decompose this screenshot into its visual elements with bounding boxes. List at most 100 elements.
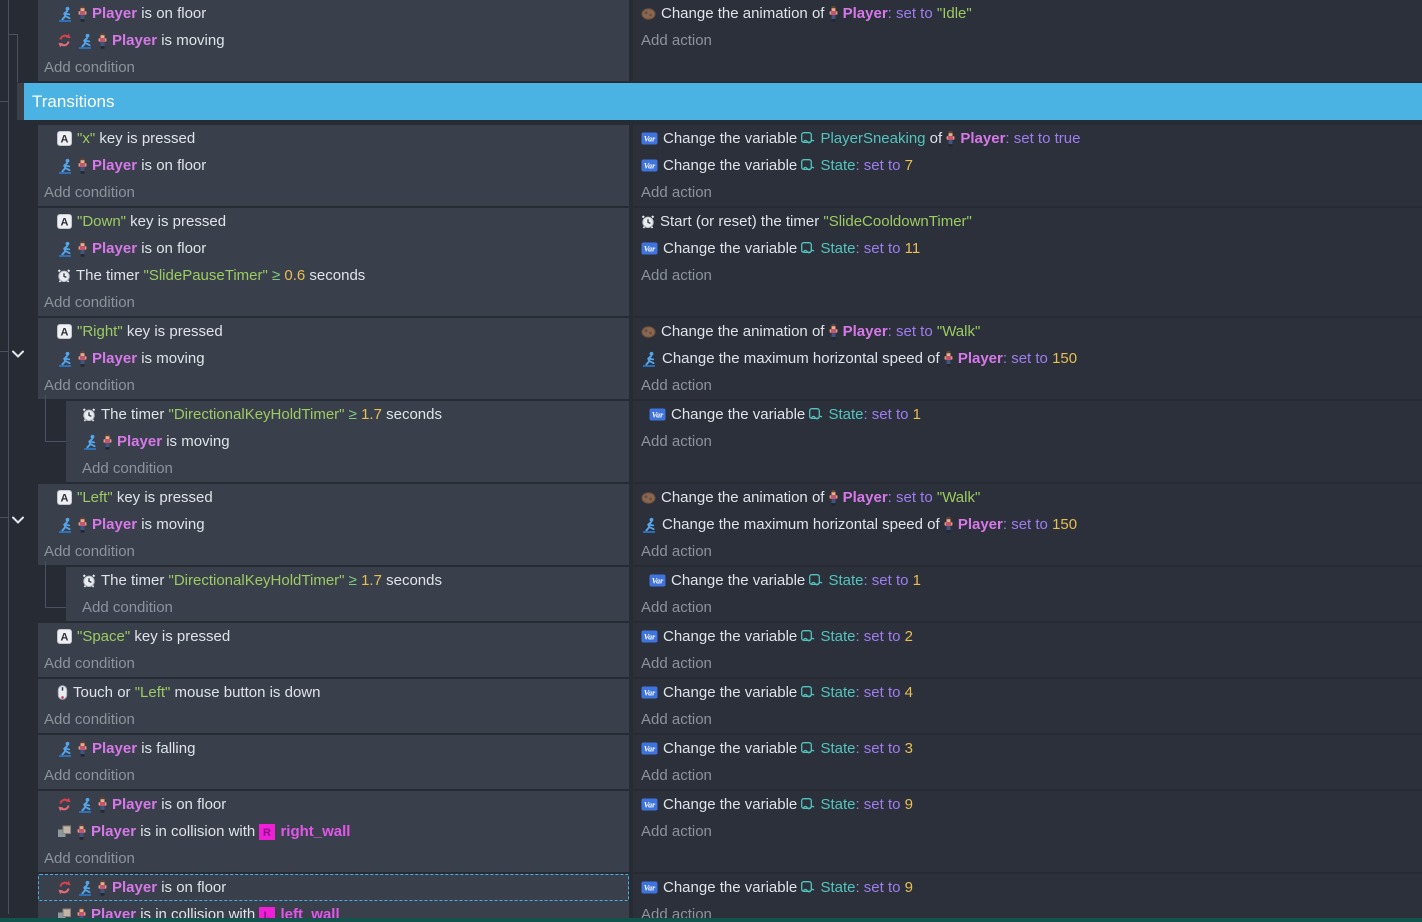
action-row[interactable]: VarChange the variable State: set to 11 bbox=[633, 235, 1422, 262]
condition-row[interactable]: Player is moving bbox=[38, 27, 629, 54]
condition-row[interactable]: Player is on floor bbox=[38, 874, 629, 901]
action-row[interactable]: VarChange the variable State: set to 1 bbox=[633, 567, 1422, 594]
condition-row[interactable]: Player is on floor bbox=[38, 152, 629, 179]
actions-column: VarChange the variable State: set to 4Ad… bbox=[633, 679, 1422, 733]
action-row[interactable]: Change the animation of Player: set to "… bbox=[633, 0, 1422, 27]
condition-row[interactable]: Player is moving bbox=[38, 345, 629, 372]
condition-row[interactable]: Player is falling bbox=[38, 735, 629, 762]
chevron-down-icon[interactable] bbox=[11, 346, 25, 363]
animation-icon bbox=[641, 326, 656, 338]
action-row[interactable]: VarChange the variable PlayerSneaking of… bbox=[633, 125, 1422, 152]
action-row[interactable]: VarChange the variable State: set to 2 bbox=[633, 623, 1422, 650]
add-condition-button[interactable]: Add condition bbox=[38, 54, 629, 81]
svg-text:A: A bbox=[61, 493, 69, 505]
condition-row[interactable]: Player is in collision with Rright_wall bbox=[38, 818, 629, 845]
add-condition-button[interactable]: Add condition bbox=[38, 762, 629, 789]
number-literal: 7 bbox=[905, 157, 913, 174]
text-segment: key is pressed bbox=[130, 213, 226, 230]
add-condition-button[interactable]: Add condition bbox=[66, 455, 629, 482]
condition-row[interactable]: Player is on floor bbox=[38, 791, 629, 818]
condition-row[interactable]: Player is on floor bbox=[38, 235, 629, 262]
add-action-button[interactable]: Add action bbox=[633, 262, 1422, 289]
object-name: Player bbox=[958, 516, 1003, 533]
event-block: A"Space" key is pressedAdd condition Var C… bbox=[38, 623, 1422, 677]
add-action-button[interactable]: Add action bbox=[633, 538, 1422, 565]
add-action-button[interactable]: Add action bbox=[633, 372, 1422, 399]
condition-row[interactable]: Touch or "Left" mouse button is down bbox=[38, 679, 629, 706]
group-header-transitions[interactable]: Transitions bbox=[17, 83, 1422, 120]
condition-row[interactable]: Player is moving bbox=[38, 511, 629, 538]
svg-text:Var: Var bbox=[644, 884, 656, 893]
action-row[interactable]: Change the animation of Player: set to "… bbox=[633, 318, 1422, 345]
add-condition-button[interactable]: Add condition bbox=[38, 289, 629, 316]
keyword-text: : set to bbox=[855, 157, 904, 174]
add-action-button[interactable]: Add action bbox=[633, 762, 1422, 789]
add-condition-button[interactable]: Add condition bbox=[38, 538, 629, 565]
add-condition-button[interactable]: Add condition bbox=[38, 706, 629, 733]
action-row[interactable]: VarChange the variable State: set to 9 bbox=[633, 874, 1422, 901]
add-condition-button[interactable]: Add condition bbox=[38, 179, 629, 206]
action-row[interactable]: Change the animation of Player: set to "… bbox=[633, 484, 1422, 511]
text-segment: Change the variable bbox=[663, 628, 801, 645]
action-row[interactable]: VarChange the variable State: set to 7 bbox=[633, 152, 1422, 179]
condition-row[interactable]: Player is on floor bbox=[38, 0, 629, 27]
string-literal: "DirectionalKeyHoldTimer" bbox=[169, 572, 345, 589]
action-row[interactable]: Change the maximum horizontal speed of P… bbox=[633, 345, 1422, 372]
variable-name: State bbox=[820, 879, 855, 896]
keyword-text: : set to bbox=[863, 572, 912, 589]
add-action-button[interactable]: Add action bbox=[633, 594, 1422, 621]
svg-text:Var: Var bbox=[652, 411, 664, 420]
condition-row[interactable]: A"Right" key is pressed bbox=[38, 318, 629, 345]
text-segment: seconds bbox=[305, 267, 365, 284]
action-row[interactable]: VarChange the variable State: set to 9 bbox=[633, 791, 1422, 818]
condition-row[interactable]: A"Down" key is pressed bbox=[38, 208, 629, 235]
condition-row[interactable]: The timer "SlidePauseTimer" ≥ 0.6 second… bbox=[38, 262, 629, 289]
object-name: Player bbox=[92, 157, 137, 174]
add-action-button[interactable]: Add action bbox=[633, 179, 1422, 206]
condition-row[interactable]: Player is moving bbox=[66, 428, 629, 455]
inverted-condition-icon bbox=[57, 797, 72, 812]
action-row[interactable]: VarChange the variable State: set to 3 bbox=[633, 735, 1422, 762]
keyword-text: : set to bbox=[888, 489, 937, 506]
condition-row[interactable]: A"Left" key is pressed bbox=[38, 484, 629, 511]
player-sprite-icon bbox=[944, 351, 953, 367]
condition-row[interactable]: The timer "DirectionalKeyHoldTimer" ≥ 1.… bbox=[66, 567, 629, 594]
string-literal: "Right" bbox=[77, 323, 127, 340]
actions-column: VarChange the variable State: set to 1Ad… bbox=[633, 567, 1422, 621]
player-sprite-icon bbox=[946, 131, 955, 147]
text-segment: is on floor bbox=[137, 157, 206, 174]
keyword-text: : set to bbox=[1003, 350, 1052, 367]
conditions-column: Player is on floorPlayer is in collision… bbox=[38, 874, 629, 922]
number-literal: 1 bbox=[913, 406, 921, 423]
conditions-column: A"Left" key is pressedPlayer is movingAd… bbox=[38, 484, 629, 565]
action-row[interactable]: VarChange the variable State: set to 1 bbox=[633, 401, 1422, 428]
object-name: Player bbox=[117, 433, 162, 450]
add-action-button[interactable]: Add action bbox=[633, 818, 1422, 845]
keyboard-key-icon: A bbox=[57, 214, 72, 229]
conditions-column: Touch or "Left" mouse button is downAdd … bbox=[38, 679, 629, 733]
action-row[interactable]: Start (or reset) the timer "SlideCooldow… bbox=[633, 208, 1422, 235]
platformer-behavior-icon bbox=[57, 517, 73, 533]
add-action-button[interactable]: Add action bbox=[633, 428, 1422, 455]
number-literal: 9 bbox=[905, 879, 913, 896]
add-condition-button[interactable]: Add condition bbox=[38, 845, 629, 872]
add-condition-button[interactable]: Add condition bbox=[66, 594, 629, 621]
variable-action-icon: Var bbox=[641, 242, 658, 255]
action-row[interactable]: Change the maximum horizontal speed of P… bbox=[633, 511, 1422, 538]
add-action-button[interactable]: Add action bbox=[633, 650, 1422, 677]
string-literal: "SlideCooldownTimer" bbox=[823, 213, 971, 230]
action-row[interactable]: VarChange the variable State: set to 4 bbox=[633, 679, 1422, 706]
add-condition-button[interactable]: Add condition bbox=[38, 372, 629, 399]
operator-text: ≥ bbox=[268, 267, 285, 284]
chevron-down-icon[interactable] bbox=[11, 512, 25, 529]
add-action-button[interactable]: Add action bbox=[633, 27, 1422, 54]
condition-row[interactable]: A"x" key is pressed bbox=[38, 125, 629, 152]
svg-text:Var: Var bbox=[644, 633, 656, 642]
add-condition-button[interactable]: Add condition bbox=[38, 650, 629, 677]
condition-row[interactable]: The timer "DirectionalKeyHoldTimer" ≥ 1.… bbox=[66, 401, 629, 428]
condition-row[interactable]: A"Space" key is pressed bbox=[38, 623, 629, 650]
text-segment: Touch or bbox=[73, 684, 135, 701]
add-action-button[interactable]: Add action bbox=[633, 706, 1422, 733]
event-block: Player is on floorPlayer is in collision… bbox=[38, 874, 1422, 922]
object-name: Player bbox=[112, 796, 157, 813]
